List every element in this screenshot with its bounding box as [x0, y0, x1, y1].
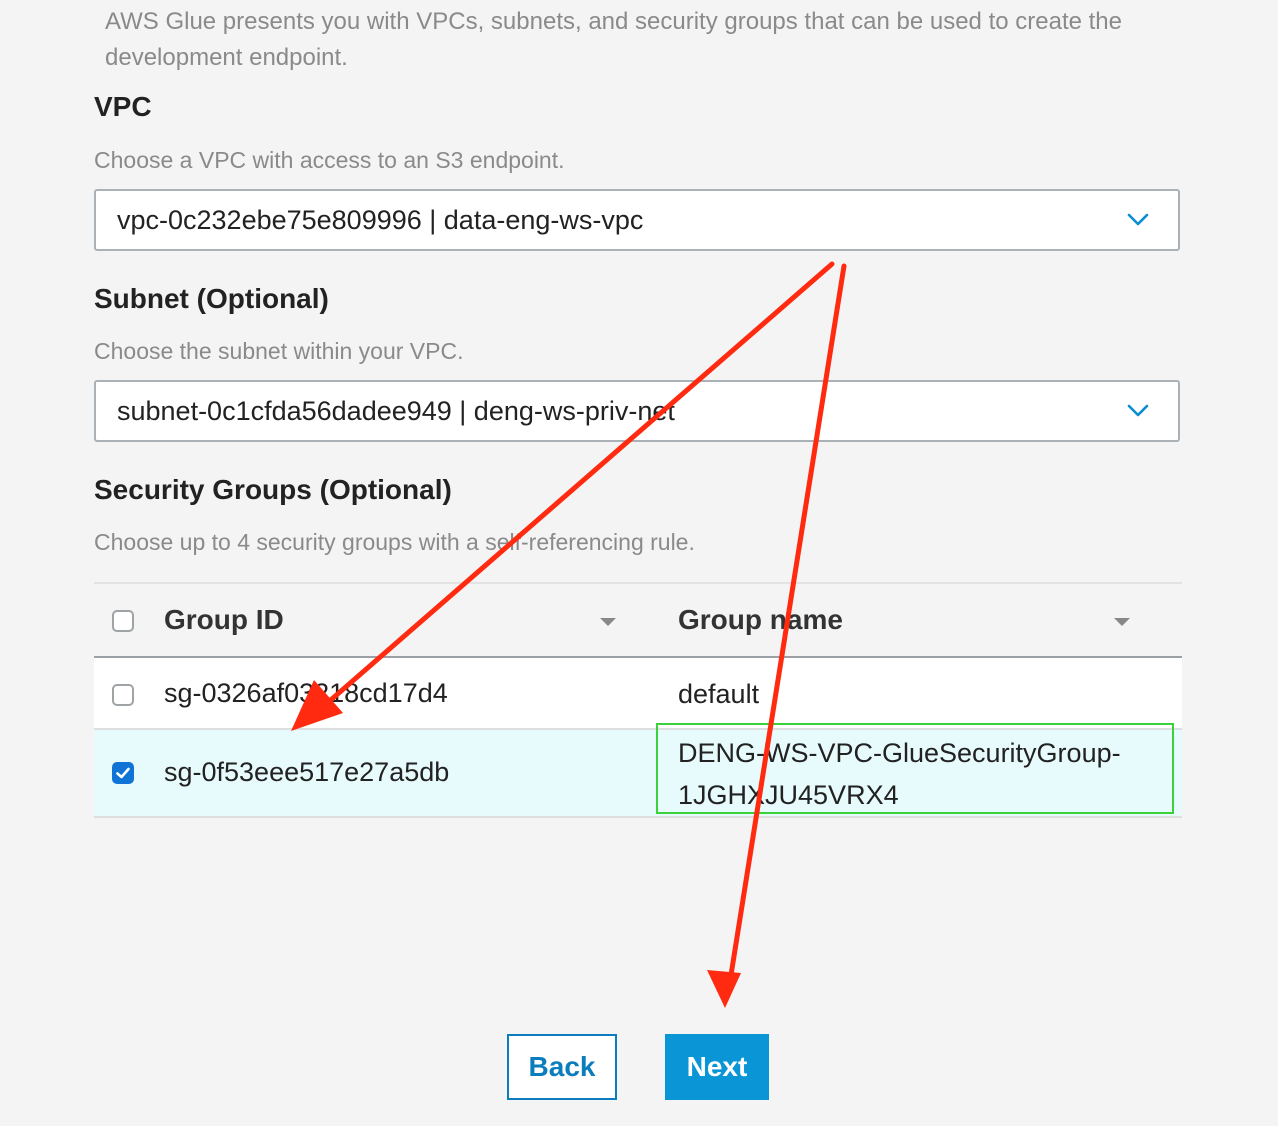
subnet-select[interactable]: subnet-0c1cfda56dadee949 | deng-ws-priv-…: [94, 380, 1180, 442]
column-header-group-name[interactable]: Group name: [678, 604, 843, 636]
caret-down-icon[interactable]: [1114, 618, 1130, 626]
chevron-down-icon: [1118, 200, 1158, 240]
group-name-cell: default: [678, 673, 759, 715]
table-row[interactable]: sg-0326af03218cd17d4 default: [94, 658, 1182, 730]
subnet-select-value: subnet-0c1cfda56dadee949 | deng-ws-priv-…: [117, 395, 675, 426]
column-header-group-id[interactable]: Group ID: [164, 604, 284, 636]
group-id-cell: sg-0f53eee517e27a5db: [164, 757, 450, 787]
group-name-line: DENG-WS-VPC-GlueSecurityGroup-: [678, 738, 1121, 768]
group-name-line: 1JGHXJU45VRX4: [678, 780, 899, 810]
table-header: Group ID Group name: [94, 582, 1182, 658]
back-button[interactable]: Back: [507, 1034, 617, 1100]
select-all-checkbox[interactable]: [112, 610, 134, 632]
security-groups-help-text: Choose up to 4 security groups with a se…: [94, 529, 695, 555]
subnet-help-text: Choose the subnet within your VPC.: [94, 338, 464, 364]
group-id-cell: sg-0326af03218cd17d4: [164, 678, 448, 708]
table-row-selected[interactable]: sg-0f53eee517e27a5db DENG-WS-VPC-GlueSec…: [94, 730, 1182, 818]
glue-networking-page: AWS Glue presents you with VPCs, subnets…: [0, 0, 1278, 1126]
row-checkbox[interactable]: [112, 684, 134, 706]
vpc-select[interactable]: vpc-0c232ebe75e809996 | data-eng-ws-vpc: [94, 189, 1180, 251]
group-name-cell: DENG-WS-VPC-GlueSecurityGroup- 1JGHXJU45…: [678, 732, 1121, 816]
vpc-select-value: vpc-0c232ebe75e809996 | data-eng-ws-vpc: [117, 204, 644, 235]
next-button[interactable]: Next: [665, 1034, 769, 1100]
intro-text: AWS Glue presents you with VPCs, subnets…: [105, 8, 1122, 71]
caret-down-icon[interactable]: [600, 618, 616, 626]
vpc-label: VPC: [94, 91, 152, 122]
security-groups-label: Security Groups (Optional): [94, 474, 452, 505]
chevron-down-icon: [1118, 391, 1158, 431]
group-name-line: default: [678, 679, 760, 709]
security-groups-table: Group ID Group name sg-0326af03218cd17d4…: [94, 582, 1182, 818]
checkmark-icon: [116, 767, 130, 779]
row-checkbox-checked[interactable]: [112, 762, 134, 784]
subnet-label: Subnet (Optional): [94, 283, 329, 314]
vpc-help-text: Choose a VPC with access to an S3 endpoi…: [94, 147, 565, 173]
